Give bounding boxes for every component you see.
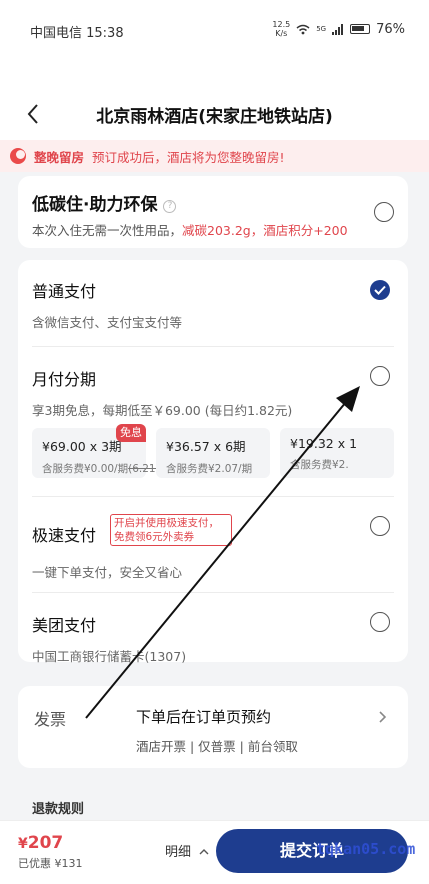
discount-amount: 已优惠 ¥131	[18, 857, 83, 870]
payment-option-monthly[interactable]: 月付分期 享3期免息，每期低至￥69.00 (每日约1.82元)	[32, 366, 394, 419]
low-carbon-desc: 本次入住无需一次性用品，减碳203.2g，酒店积分+200	[32, 223, 348, 238]
payment-meituan-title: 美团支付	[32, 616, 97, 635]
watermark: tqkan05.com	[316, 840, 416, 858]
payment-normal-sub: 含微信支付、支付宝支付等	[32, 315, 183, 330]
refund-rules-heading: 退款规则	[32, 802, 85, 817]
status-carrier-time: 中国电信 15:38	[30, 26, 124, 41]
price-detail-button[interactable]: 明细	[165, 841, 209, 860]
divider	[32, 346, 394, 347]
invoice-card[interactable]: 发票 下单后在订单页预约 酒店开票 | 仅普票 | 前台领取	[18, 686, 408, 768]
notice-text: 预订成功后，酒店将为您整晚留房!	[92, 149, 285, 165]
low-carbon-card[interactable]: 低碳住·助力环保? 本次入住无需一次性用品，减碳203.2g，酒店积分+200	[18, 176, 408, 248]
interest-free-badge: 免息	[116, 424, 146, 442]
payment-express-radio[interactable]	[370, 516, 390, 536]
payment-normal-radio-checked[interactable]	[370, 280, 390, 300]
chevron-up-icon	[199, 849, 209, 855]
invoice-sub: 酒店开票 | 仅普票 | 前台领取	[136, 739, 298, 754]
status-icons: 12.5 K/s 5G 76%	[272, 20, 405, 38]
low-carbon-title: 低碳住·助力环保?	[32, 190, 177, 215]
payment-option-express[interactable]: 极速支付 开启并使用极速支付，免费领6元外卖券 一键下单支付，安全又省心	[32, 514, 394, 581]
installment-plan[interactable]: ¥36.57 x 6期 含服务费¥2.07/期	[156, 428, 270, 478]
payment-monthly-radio[interactable]	[370, 366, 390, 386]
installment-plans[interactable]: ¥69.00 x 3期 含服务费¥0.00/期(6.21元) 免息 ¥36.57…	[32, 424, 408, 480]
content-area[interactable]: 整晚留房 预订成功后，酒店将为您整晚留房! 低碳住·助力环保? 本次入住无需一次…	[0, 140, 429, 820]
invoice-title: 下单后在订单页预约	[136, 708, 272, 726]
info-icon[interactable]: ?	[163, 200, 177, 213]
payment-normal-title: 普通支付	[32, 282, 97, 301]
payment-meituan-radio[interactable]	[370, 612, 390, 632]
network-speed: 12.5 K/s	[272, 20, 291, 38]
divider	[32, 496, 394, 497]
header: 北京雨林酒店(宋家庄地铁站店)	[0, 92, 429, 140]
payment-express-sub: 一键下单支付，安全又省心	[32, 565, 183, 580]
notice-tag: 整晚留房	[34, 149, 85, 165]
signal-label: 5G	[316, 25, 327, 33]
invoice-label: 发票	[34, 710, 67, 729]
divider	[32, 592, 394, 593]
payment-monthly-sub: 享3期免息，每期低至￥69.00 (每日约1.82元)	[32, 403, 293, 418]
status-bar: 中国电信 15:38 12.5 K/s 5G 76%	[0, 0, 429, 62]
payment-methods-card: 普通支付 含微信支付、支付宝支付等 月付分期 享3期免息，每期低至￥69.00 …	[18, 260, 408, 665]
payment-option-normal[interactable]: 普通支付 含微信支付、支付宝支付等	[32, 278, 394, 331]
payment-meituan-sub: 中国工商银行储蓄卡(1307)	[32, 649, 187, 664]
signal-icon	[332, 23, 344, 35]
battery-icon	[350, 24, 371, 34]
wifi-icon	[296, 24, 310, 34]
page-title: 北京雨林酒店(宋家庄地铁站店)	[96, 107, 333, 127]
moon-icon	[10, 148, 26, 164]
installment-plan[interactable]: ¥19.32 x 1 含服务费¥2.	[280, 428, 394, 478]
installment-plan[interactable]: ¥69.00 x 3期 含服务费¥0.00/期(6.21元) 免息	[32, 424, 170, 478]
overnight-notice: 整晚留房 预订成功后，酒店将为您整晚留房!	[0, 140, 429, 172]
checkmark-icon	[374, 285, 386, 295]
low-carbon-radio[interactable]	[374, 202, 394, 222]
payment-monthly-title: 月付分期	[32, 370, 97, 389]
battery-level: 76%	[376, 21, 405, 37]
express-promo-badge: 开启并使用极速支付，免费领6元外卖券	[110, 514, 232, 546]
total-price: ¥207	[18, 833, 64, 853]
payment-option-meituan[interactable]: 美团支付 中国工商银行储蓄卡(1307)	[32, 612, 394, 665]
chevron-right-icon	[379, 711, 387, 723]
